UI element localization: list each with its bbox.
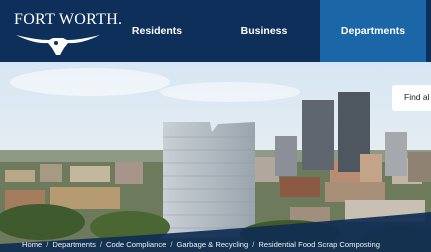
nav-business[interactable]: Business — [221, 0, 307, 62]
nav-departments[interactable]: Departments — [320, 0, 426, 62]
breadcrumb-home[interactable]: Home — [22, 240, 42, 249]
fort-worth-logo[interactable]: FORT WORTH. — [14, 11, 122, 55]
breadcrumb: Home / Departments / Code Compliance / G… — [22, 239, 380, 249]
breadcrumb-garbage-recycling[interactable]: Garbage & Recycling — [177, 240, 249, 249]
search-input-text: Find al — [404, 92, 430, 102]
nav-residents[interactable]: Residents — [114, 0, 200, 62]
logo-text: FORT WORTH. — [14, 11, 123, 28]
breadcrumb-departments[interactable]: Departments — [52, 240, 95, 249]
nav-departments-label: Departments — [340, 25, 406, 37]
longhorn-icon — [16, 35, 100, 55]
nav-residents-label: Residents — [131, 25, 183, 37]
breadcrumb-code-compliance[interactable]: Code Compliance — [106, 240, 166, 249]
search-input[interactable]: Find al — [392, 85, 431, 111]
site-header: FORT WORTH. Residents Business Departmen… — [0, 0, 431, 62]
hero-skyline-image — [0, 62, 431, 252]
page: FORT WORTH. Residents Business Departmen… — [0, 0, 431, 252]
breadcrumb-current: Residential Food Scrap Composting — [258, 239, 380, 249]
nav-business-label: Business — [240, 25, 288, 37]
